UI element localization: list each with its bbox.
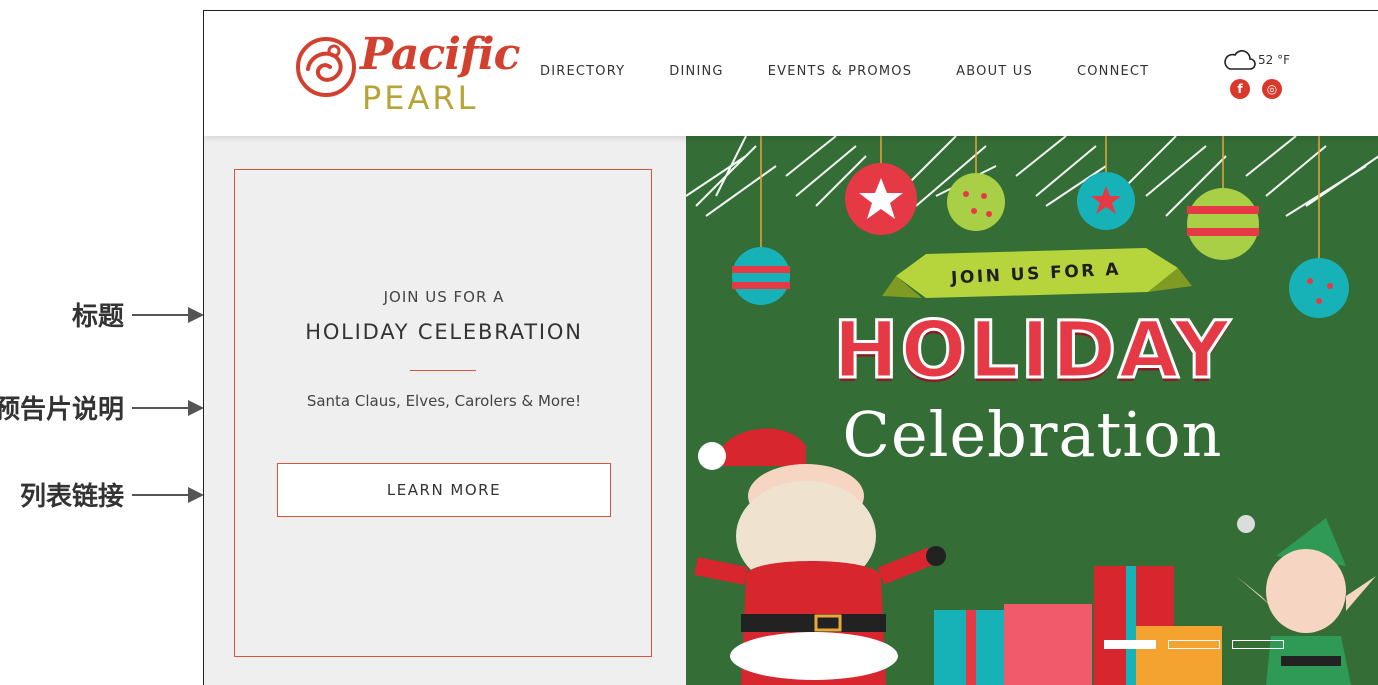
nav-directory[interactable]: DIRECTORY <box>540 64 625 79</box>
annotation-label: 预告片说明 <box>0 395 124 425</box>
nav-events-promos[interactable]: EVENTS & PROMOS <box>768 64 912 79</box>
promo-title: HOLIDAY CELEBRATION <box>305 320 583 344</box>
annotation-column: 标题 预告片说明 列表链接 <box>0 0 204 684</box>
pearl-swirl-icon <box>296 37 356 97</box>
site-logo[interactable]: Pacific PEARL <box>294 29 520 119</box>
promo-kicker: JOIN US FOR A <box>383 288 505 306</box>
slider-dot-1[interactable] <box>1104 640 1156 649</box>
arrow-right-icon <box>132 305 204 325</box>
annotation-list-link: 列表链接 <box>20 476 204 513</box>
promo-description: Santa Claus, Elves, Carolers & More! <box>306 392 582 410</box>
weather-temperature: 52 °F <box>1258 53 1290 67</box>
learn-more-button[interactable]: LEARN MORE <box>277 463 611 517</box>
nav-about-us[interactable]: ABOUT US <box>956 64 1033 79</box>
arrow-right-icon <box>132 398 204 418</box>
elf-icon <box>1236 515 1376 685</box>
weather-widget: 52 °F <box>1222 49 1290 71</box>
logo-pacific-text: Pacific <box>360 29 520 80</box>
slider-dot-2[interactable] <box>1168 640 1220 649</box>
divider <box>410 370 476 371</box>
annotation-trailer-description: 预告片说明 <box>0 389 204 426</box>
hero-banner[interactable]: JOIN US FOR A HOLIDAY Celebration <box>686 136 1378 685</box>
social-links: f ◎ <box>1230 79 1294 99</box>
pine-branches-icon <box>686 136 1378 217</box>
slider-dot-3[interactable] <box>1232 640 1284 649</box>
facebook-icon[interactable]: f <box>1230 79 1250 99</box>
site-header: Pacific PEARL DIRECTORY DINING EVENTS & … <box>204 11 1378 136</box>
logo-pearl-text: PEARL <box>362 79 479 117</box>
instagram-icon[interactable]: ◎ <box>1262 79 1282 99</box>
main-nav: DIRECTORY DINING EVENTS & PROMOS ABOUT U… <box>540 64 1193 79</box>
arrow-right-icon <box>132 485 204 505</box>
slider-dots <box>1104 640 1296 649</box>
cloud-icon <box>1224 50 1256 70</box>
website-screenshot: Pacific PEARL DIRECTORY DINING EVENTS & … <box>203 10 1378 685</box>
annotation-label: 列表链接 <box>19 482 124 512</box>
promo-card: JOIN US FOR A HOLIDAY CELEBRATION Santa … <box>234 169 652 657</box>
annotation-label: 标题 <box>71 302 124 332</box>
hero-holiday-text: HOLIDAY <box>832 305 1232 398</box>
nav-dining[interactable]: DINING <box>669 64 723 79</box>
annotation-title: 标题 <box>72 296 204 333</box>
hero-celebration-text: Celebration <box>842 398 1223 471</box>
nav-connect[interactable]: CONNECT <box>1077 64 1149 79</box>
